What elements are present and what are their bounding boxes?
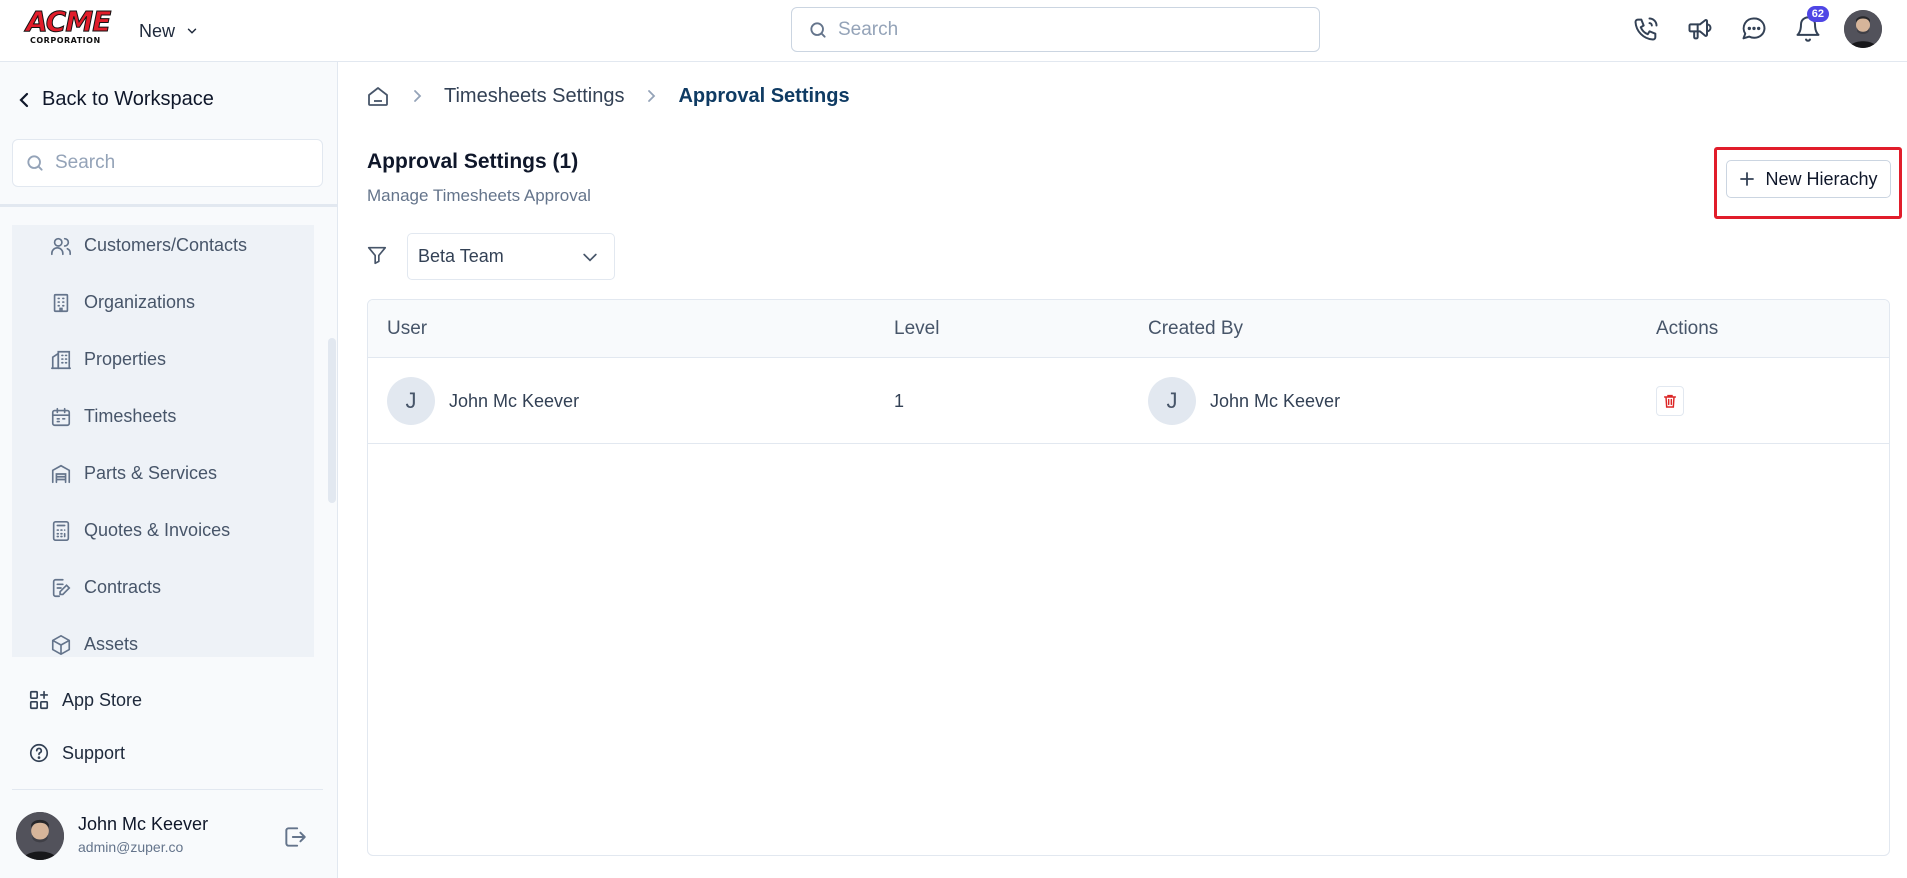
sidebar-scrollbar[interactable]: [328, 338, 336, 503]
sidebar-divider: [0, 204, 338, 207]
new-menu-label: New: [139, 20, 176, 41]
sidebar-item-label: Timesheets: [84, 406, 177, 426]
column-header-actions: Actions: [1656, 318, 1719, 339]
user-profile-card: John Mc Keever admin@zuper.co: [16, 812, 316, 862]
sidebar-item-parts-services[interactable]: Parts & Services: [12, 445, 314, 502]
sidebar-item-assets[interactable]: Assets: [12, 616, 314, 657]
user-cell: J John Mc Keever: [387, 358, 579, 444]
top-actions: 62: [1628, 6, 1882, 48]
created-by-name: John Mc Keever: [1210, 390, 1341, 411]
sidebar-item-contracts[interactable]: Contracts: [12, 559, 314, 616]
user-initial-avatar: J: [387, 377, 435, 425]
actions-cell: [1656, 358, 1684, 444]
back-to-workspace-label: Back to Workspace: [42, 88, 214, 110]
support-link[interactable]: Support: [28, 742, 125, 764]
chevron-down-icon: [580, 247, 600, 267]
team-filter-select[interactable]: Beta Team: [407, 233, 615, 280]
page-title: Approval Settings (1): [367, 150, 579, 173]
app-store-link[interactable]: App Store: [28, 689, 142, 711]
sidebar-item-label: Properties: [84, 349, 167, 369]
new-hierarchy-button[interactable]: New Hierachy: [1726, 160, 1891, 198]
created-by-initial-avatar: J: [1148, 377, 1196, 425]
breadcrumb: Timesheets Settings Approval Settings: [366, 84, 850, 108]
building-icon: [50, 292, 72, 314]
sidebar-item-properties[interactable]: Properties: [12, 331, 314, 388]
sidebar-item-label: Parts & Services: [84, 463, 218, 483]
sidebar-bottom-divider: [12, 789, 323, 790]
search-icon: [808, 20, 828, 40]
sidebar-nav: Customers/Contacts Organizations Propert…: [12, 225, 314, 657]
logo-subtext: CORPORATION: [30, 36, 101, 45]
user-name: John Mc Keever: [449, 390, 580, 411]
level-cell: 1: [894, 358, 904, 444]
search-icon: [25, 153, 45, 173]
profile-avatar[interactable]: [1844, 10, 1882, 48]
support-label: Support: [62, 742, 126, 763]
sidebar-item-quotes-invoices[interactable]: Quotes & Invoices: [12, 502, 314, 559]
trash-icon: [1662, 393, 1678, 409]
approval-table: User Level Created By Actions J John Mc …: [367, 299, 1890, 856]
chevron-down-icon: [185, 24, 199, 38]
logout-icon[interactable]: [282, 824, 308, 850]
contract-icon: [50, 577, 72, 599]
table-row: J John Mc Keever 1 J John Mc Keever: [368, 358, 1889, 444]
new-menu-button[interactable]: New: [139, 19, 199, 43]
column-header-user: User: [387, 318, 428, 339]
sidebar-item-organizations[interactable]: Organizations: [12, 274, 314, 331]
sidebar-item-label: Quotes & Invoices: [84, 520, 231, 540]
filter-icon[interactable]: [366, 244, 388, 266]
user-email: admin@zuper.co: [78, 839, 184, 855]
avatar[interactable]: [16, 812, 64, 860]
sidebar-search[interactable]: [12, 139, 323, 187]
page-subtitle: Manage Timesheets Approval: [367, 186, 591, 205]
sidebar-search-input[interactable]: [55, 152, 305, 174]
app-store-label: App Store: [62, 689, 143, 710]
level-value: 1: [894, 390, 905, 411]
back-to-workspace-link[interactable]: Back to Workspace: [18, 88, 214, 111]
column-header-level: Level: [894, 318, 940, 339]
help-circle-icon: [28, 742, 50, 764]
chevron-right-icon: [646, 89, 656, 103]
breadcrumb-timesheets-settings[interactable]: Timesheets Settings: [444, 85, 624, 108]
sidebar-item-label: Organizations: [84, 292, 196, 312]
new-hierarchy-label: New Hierachy: [1765, 168, 1878, 189]
calculator-icon: [50, 520, 72, 542]
properties-icon: [50, 349, 72, 371]
chevron-left-icon: [18, 92, 30, 108]
created-by-cell: J John Mc Keever: [1148, 358, 1340, 444]
home-icon[interactable]: [366, 84, 390, 108]
team-filter-value: Beta Team: [418, 246, 504, 266]
calendar-icon: [50, 406, 72, 428]
table-header: User Level Created By Actions: [368, 300, 1889, 358]
sidebar-item-label: Assets: [84, 634, 139, 654]
phone-icon[interactable]: [1628, 10, 1664, 48]
global-search[interactable]: [791, 7, 1320, 52]
user-name: John Mc Keever: [78, 814, 209, 834]
sidebar: Back to Workspace Customers/Contacts Org…: [0, 62, 338, 878]
company-logo[interactable]: ACME CORPORATION: [26, 5, 112, 46]
breadcrumb-approval-settings: Approval Settings: [678, 84, 850, 107]
cube-icon: [50, 634, 72, 656]
megaphone-icon[interactable]: [1682, 10, 1718, 48]
delete-button[interactable]: [1656, 386, 1684, 416]
chevron-right-icon: [412, 89, 422, 103]
apps-icon: [28, 689, 50, 711]
notification-badge: 62: [1806, 6, 1829, 22]
users-icon: [50, 235, 72, 257]
plus-icon: [1739, 171, 1755, 187]
sidebar-item-customers-contacts[interactable]: Customers/Contacts: [12, 225, 314, 274]
warehouse-icon: [50, 463, 72, 485]
top-bar: ACME CORPORATION New 62: [0, 0, 1907, 62]
sidebar-item-timesheets[interactable]: Timesheets: [12, 388, 314, 445]
column-header-created-by: Created By: [1148, 318, 1244, 339]
global-search-input[interactable]: [838, 18, 1278, 41]
sidebar-item-label: Contracts: [84, 577, 162, 597]
logo-text: ACME: [26, 5, 112, 38]
sidebar-item-label: Customers/Contacts: [84, 235, 248, 255]
chat-icon[interactable]: [1736, 10, 1772, 48]
bell-icon[interactable]: 62: [1790, 6, 1829, 48]
